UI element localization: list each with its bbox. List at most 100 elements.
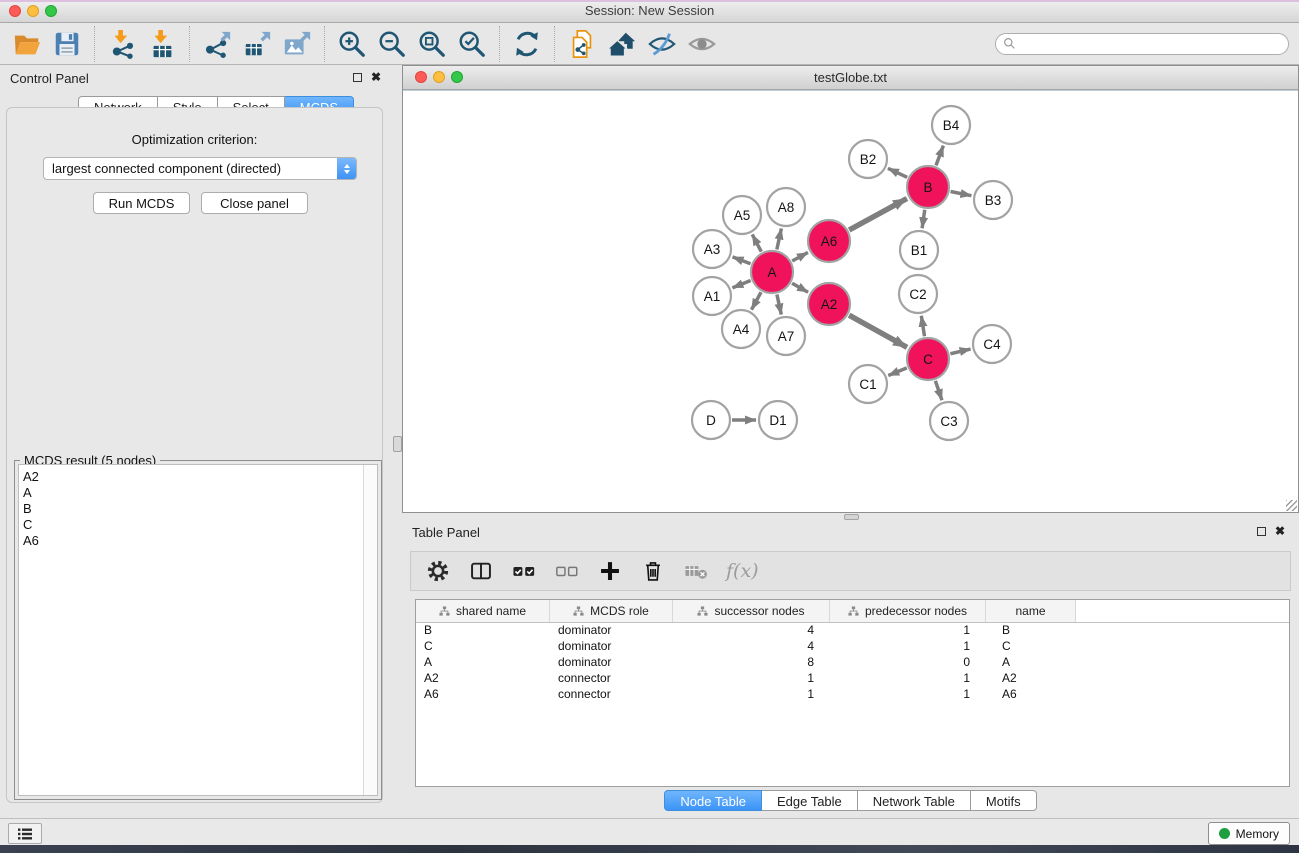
column-header-name[interactable]: name: [986, 600, 1076, 622]
result-item-a6[interactable]: A6: [19, 533, 377, 549]
right-pane: testGlobe.txt B4B2BB3A8A5A6A3B1AC2A1A2A4…: [402, 65, 1299, 818]
graph-edge-A-A7[interactable]: [777, 294, 781, 314]
resize-grip-icon[interactable]: [1286, 500, 1297, 511]
column-label: MCDS role: [590, 604, 649, 618]
graph-edge-A-A2[interactable]: [792, 283, 808, 292]
zoom-in-button[interactable]: [336, 28, 368, 60]
float-panel-icon[interactable]: [353, 73, 362, 82]
tree-icon: [439, 606, 450, 617]
table-cell: B: [416, 623, 550, 639]
graph-node-label: C: [923, 352, 933, 367]
graph-edge-B-B2[interactable]: [888, 168, 907, 177]
table-cell: 1: [673, 687, 830, 703]
scrollbar[interactable]: [363, 465, 377, 795]
splitter-handle[interactable]: [393, 436, 402, 452]
add-button[interactable]: [597, 558, 623, 584]
table-row[interactable]: A2connector11A2: [416, 671, 1289, 687]
network-canvas[interactable]: B4B2BB3A8A5A6A3B1AC2A1A2A4A7C4CC1C3DD1: [403, 90, 1298, 512]
home-button[interactable]: [606, 28, 638, 60]
desktop-background: [0, 845, 1299, 853]
select-all-button[interactable]: [511, 558, 537, 584]
search-input[interactable]: [1020, 36, 1288, 52]
new-session-network-button[interactable]: [566, 28, 598, 60]
tab-edge-table[interactable]: Edge Table: [762, 790, 858, 811]
graph-edge-A2-C[interactable]: [849, 315, 907, 347]
delete-icon: [640, 558, 666, 584]
export-table-button[interactable]: [241, 28, 273, 60]
desktop-edge: [0, 0, 1299, 2]
control-panel: Control Panel ✖ NetworkStyleSelectMCDS O…: [0, 65, 391, 818]
graph-node-label: B4: [943, 118, 960, 133]
zoom-out-icon: [377, 29, 407, 59]
export-network-icon: [202, 29, 232, 59]
result-item-b[interactable]: B: [19, 501, 377, 517]
table-cell: 1: [830, 623, 986, 639]
close-panel-icon[interactable]: ✖: [1275, 526, 1285, 536]
memory-button[interactable]: Memory: [1208, 822, 1290, 845]
graph-node-label: B3: [985, 193, 1002, 208]
task-history-button[interactable]: [8, 823, 42, 844]
export-table-icon: [242, 29, 272, 59]
deselect-all-button[interactable]: [554, 558, 580, 584]
result-item-a[interactable]: A: [19, 485, 377, 501]
column-header-shared-name[interactable]: shared name: [416, 600, 550, 622]
graph-edge-B-B1[interactable]: [922, 210, 925, 228]
gear-button[interactable]: [425, 558, 451, 584]
show-annotations-button[interactable]: [686, 28, 718, 60]
tab-node-table[interactable]: Node Table: [664, 790, 762, 811]
graph-edge-A-A4[interactable]: [752, 292, 762, 309]
graph-edge-A6-B[interactable]: [849, 198, 907, 229]
zoom-out-button[interactable]: [376, 28, 408, 60]
zoom-fit-button[interactable]: [416, 28, 448, 60]
table-body: Bdominator41BCdominator41CAdominator80AA…: [416, 623, 1289, 703]
column-header-predecessor-nodes[interactable]: predecessor nodes: [830, 600, 986, 622]
graph-edge-A-A3[interactable]: [733, 257, 751, 264]
delete-button[interactable]: [640, 558, 666, 584]
tab-motifs[interactable]: Motifs: [971, 790, 1037, 811]
table-cell: C: [986, 639, 1076, 655]
graph-node-label: C2: [909, 287, 926, 302]
result-item-a2[interactable]: A2: [19, 469, 377, 485]
table-row[interactable]: Cdominator41C: [416, 639, 1289, 655]
import-table-button[interactable]: [146, 28, 178, 60]
search-field[interactable]: [995, 33, 1289, 55]
close-panel-icon[interactable]: ✖: [371, 72, 381, 82]
function-button[interactable]: f(x): [726, 558, 759, 584]
table-cell: B: [986, 623, 1076, 639]
graph-edge-B-B3[interactable]: [951, 192, 972, 196]
graph-edge-C-C1[interactable]: [888, 368, 906, 376]
run-mcds-button[interactable]: Run MCDS: [93, 192, 190, 214]
refresh-button[interactable]: [511, 28, 543, 60]
column-header-MCDS-role[interactable]: MCDS role: [550, 600, 673, 622]
graph-edge-A-A8[interactable]: [777, 229, 782, 250]
graph-edge-C-C3[interactable]: [935, 381, 942, 400]
import-network-button[interactable]: [106, 28, 138, 60]
horizontal-splitter[interactable]: [402, 513, 1299, 520]
hide-annotations-button[interactable]: [646, 28, 678, 60]
table-row[interactable]: A6connector11A6: [416, 687, 1289, 703]
table-row[interactable]: Bdominator41B: [416, 623, 1289, 639]
optimization-criterion-select[interactable]: largest connected component (directed): [43, 157, 357, 180]
zoom-selected-button[interactable]: [456, 28, 488, 60]
graph-edge-C-C4[interactable]: [950, 349, 970, 354]
split-view-button[interactable]: [468, 558, 494, 584]
delete-table-button[interactable]: [683, 558, 709, 584]
open-folder-button[interactable]: [11, 28, 43, 60]
float-panel-icon[interactable]: [1257, 527, 1266, 536]
graph-edge-A-A5[interactable]: [752, 234, 761, 251]
column-header-successor-nodes[interactable]: successor nodes: [673, 600, 830, 622]
close-panel-button[interactable]: Close panel: [201, 192, 308, 214]
export-image-button[interactable]: [281, 28, 313, 60]
graph-edge-B-B4[interactable]: [936, 146, 943, 166]
save-button[interactable]: [51, 28, 83, 60]
graph-edge-A-A6[interactable]: [792, 252, 808, 261]
result-item-c[interactable]: C: [19, 517, 377, 533]
table-row[interactable]: Adominator80A: [416, 655, 1289, 671]
vertical-splitter[interactable]: [391, 65, 402, 818]
export-network-button[interactable]: [201, 28, 233, 60]
graph-node-label: A5: [734, 208, 751, 223]
graph-edge-C-C2[interactable]: [921, 316, 924, 337]
graph-edge-A-A1[interactable]: [732, 281, 750, 288]
table-cell: A2: [986, 671, 1076, 687]
tab-network-table[interactable]: Network Table: [858, 790, 971, 811]
